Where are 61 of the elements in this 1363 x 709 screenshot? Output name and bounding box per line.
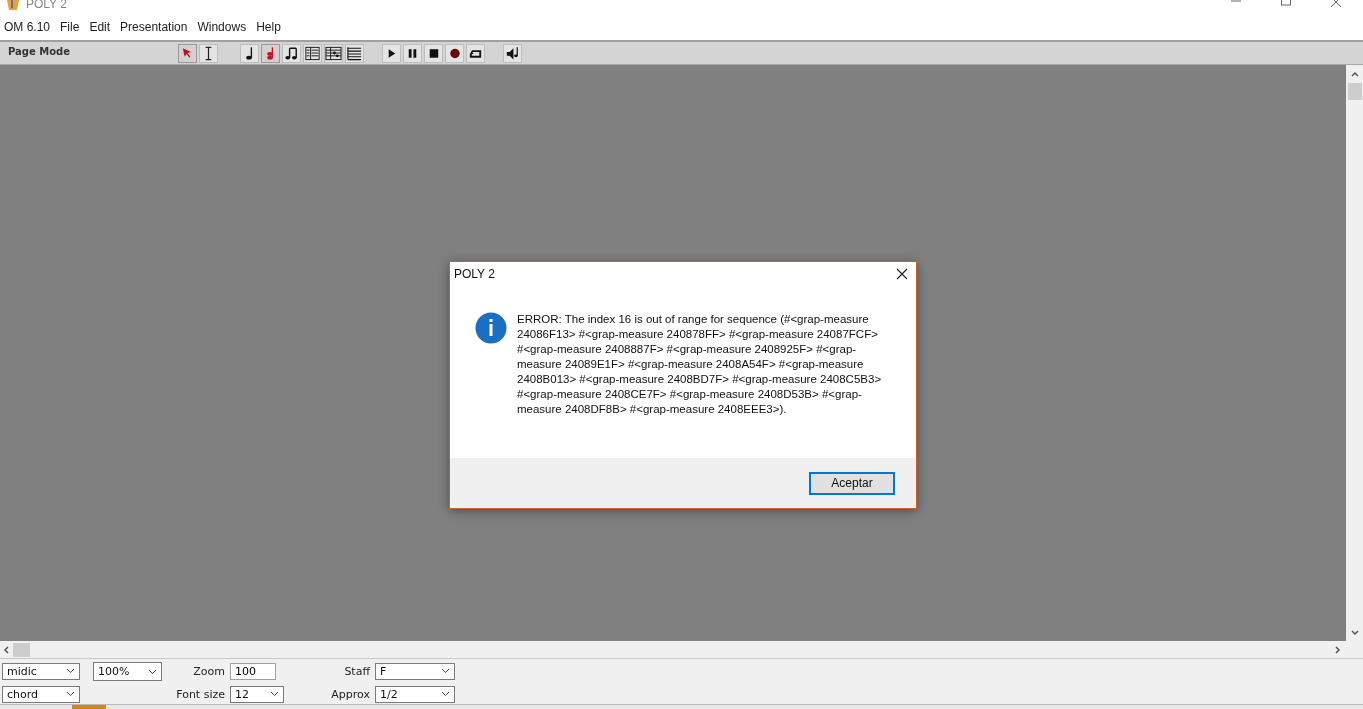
staff-button[interactable] [345, 43, 364, 63]
pause-button[interactable] [403, 43, 422, 63]
maximize-button[interactable] [1279, 0, 1293, 9]
field-label: Font size [175, 687, 226, 701]
error-message: ERROR: The index 16 is out of range for sequence (#<grap-measure 24086F13> #<grap-measure 240878FF> #<grap-measure 24087FCF> #<grap-measure 2408887F> #<grap-measure 2408925F> #<grap-measure 24089E1F> #<grap-measure 2408A54F> #<grap-measure 2408B013> #<grap-measure 2408BD7F> #<grap-measure 2408C5B3> #<grap-measure 2408CE7F> #<grap-measure 2408D53B> #<grap-measure 2408DF8B> #<grap-measure 2408EEE3>). [517, 312, 883, 417]
info-icon [475, 312, 507, 344]
caret-icon [66, 691, 75, 697]
note-button[interactable] [240, 43, 259, 63]
menu-item[interactable]: Help [256, 20, 286, 34]
caret-icon [66, 668, 75, 674]
window-title: POLY 2 [26, 0, 67, 10]
scrollbar-thumb[interactable] [13, 642, 30, 657]
menu-item[interactable]: Edit [89, 20, 116, 34]
zoom-input-field[interactable]: 100 [230, 662, 276, 680]
score-button[interactable] [324, 43, 343, 63]
accept-button[interactable]: Aceptar [809, 471, 895, 495]
dropdown[interactable]: F [375, 662, 455, 680]
scroll-left-icon[interactable] [1, 644, 11, 655]
close-icon [1330, 0, 1342, 8]
caret-icon [441, 668, 450, 674]
list-icon [304, 44, 321, 62]
text-cursor-button[interactable] [199, 43, 218, 63]
scroll-right-icon[interactable] [1333, 644, 1343, 655]
dialog-title: POLY 2 [454, 267, 495, 281]
field-label: Zoom [192, 664, 226, 678]
mode-label: Page Mode [7, 45, 71, 57]
speaker-button[interactable] [503, 43, 522, 63]
score-icon [325, 44, 342, 62]
menu-item[interactable]: OM 6.10 [4, 20, 56, 34]
dropdown[interactable]: 100% [93, 662, 162, 681]
maximize-icon [1280, 0, 1292, 8]
speaker-icon [504, 44, 521, 62]
app-icon [6, 0, 20, 10]
play-button[interactable] [382, 43, 401, 63]
field-label: Staff [343, 664, 372, 678]
menu-item[interactable]: Windows [197, 20, 252, 34]
staff-icon [346, 44, 363, 62]
field-label: Approx [330, 687, 371, 701]
horizontal-scrollbar[interactable] [0, 641, 1363, 658]
menu-item[interactable]: File [60, 20, 85, 34]
list-button[interactable] [303, 43, 322, 63]
vertical-scrollbar[interactable] [1346, 65, 1363, 641]
scroll-up-icon[interactable] [1349, 69, 1360, 79]
dropdown[interactable]: 1/2 [375, 685, 455, 703]
loop-button[interactable] [466, 43, 485, 63]
caret-icon [270, 691, 279, 697]
dropdown[interactable]: chord [2, 685, 80, 703]
caret-icon [148, 668, 157, 675]
menu-item[interactable]: Presentation [120, 20, 193, 34]
scrollbar-thumb[interactable] [1347, 83, 1362, 100]
caret-icon [441, 691, 450, 697]
beamed-notes-button[interactable] [282, 43, 301, 63]
record-button[interactable] [445, 43, 464, 63]
chord-button[interactable] [261, 43, 280, 63]
arrow-pointer-button[interactable] [178, 43, 197, 63]
dropdown[interactable]: 12 [230, 685, 284, 703]
stop-button[interactable] [424, 43, 443, 63]
dropdown[interactable]: midic [2, 662, 80, 680]
close-icon [896, 268, 908, 280]
status-block [72, 705, 106, 709]
scroll-down-icon[interactable] [1349, 628, 1360, 638]
